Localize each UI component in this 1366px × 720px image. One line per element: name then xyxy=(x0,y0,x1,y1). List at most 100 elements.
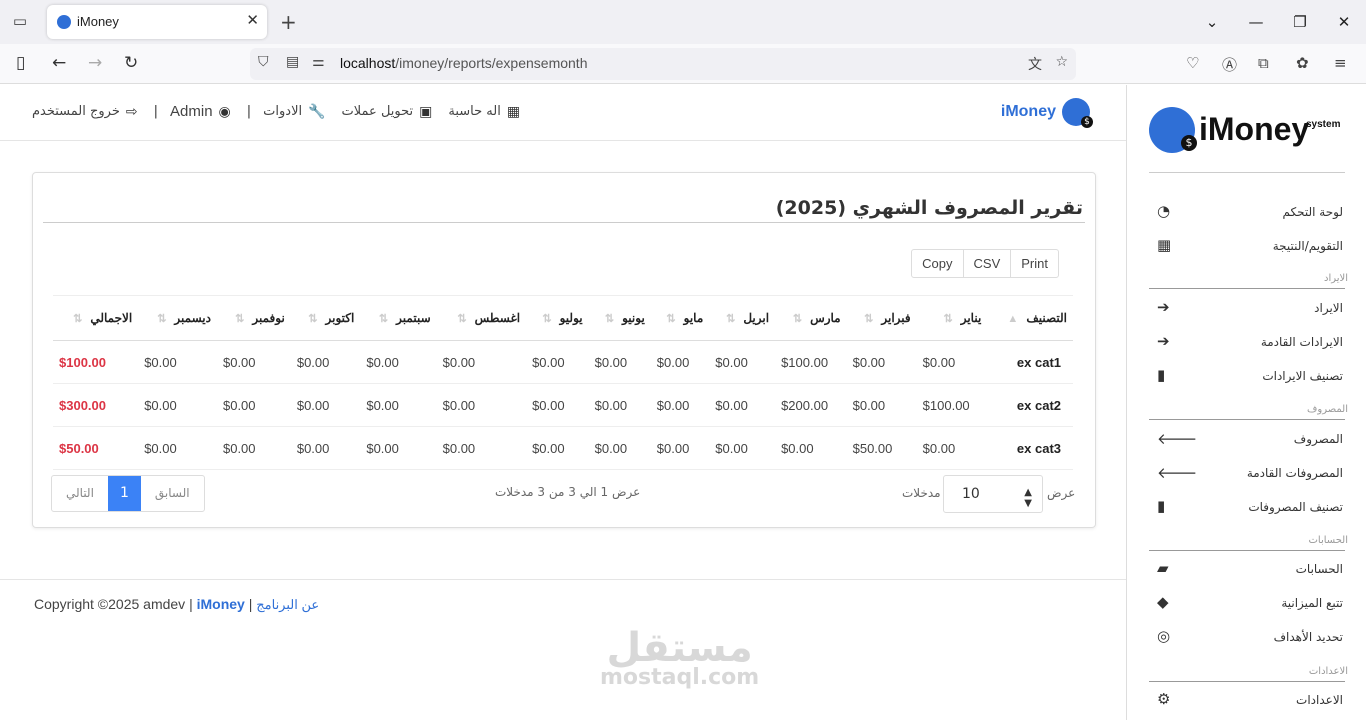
column-header[interactable]: اكتوبر⇅ xyxy=(290,295,361,341)
column-header[interactable]: اغسطس⇅ xyxy=(436,295,527,341)
sidebar-item[interactable]: تحديد الأهداف ◎ xyxy=(1157,627,1343,647)
url-bar[interactable]: ⛉ ▤ ⚌ localhost/imoney/reports/expensemo… xyxy=(250,48,1076,80)
sidebar-item[interactable]: لوحة التحكم ◔ xyxy=(1157,202,1343,222)
page-icon[interactable]: ▤ xyxy=(286,54,299,70)
browser-tab[interactable]: iMoney ✕ xyxy=(47,5,267,39)
tab-list-icon[interactable]: ▭ xyxy=(10,12,30,32)
divider xyxy=(43,222,1085,223)
coin-logo-icon xyxy=(1149,107,1197,153)
restore-icon[interactable]: ❐ xyxy=(1278,0,1322,44)
select-arrow-icon: ▲ ▼ xyxy=(1024,487,1032,509)
sort-icon: ⇅ xyxy=(666,313,676,325)
sort-icon: ⇅ xyxy=(604,313,615,325)
back-icon[interactable]: ← xyxy=(52,53,66,73)
brand[interactable]: iMoney xyxy=(1001,97,1093,128)
minimize-icon[interactable]: — xyxy=(1234,0,1278,44)
logout-link[interactable]: خروج المستخدم ⇨ xyxy=(32,104,138,120)
column-header[interactable]: مارس⇅ xyxy=(775,295,847,341)
pager-page-1[interactable]: 1 xyxy=(107,476,141,511)
color-extension-icon[interactable]: ✿ xyxy=(1296,54,1309,72)
month-cell: $0.00 xyxy=(138,340,217,384)
sidebar-item[interactable]: الاعدادات ⚙ xyxy=(1157,690,1343,710)
currency-link[interactable]: تحويل عملات ▣ xyxy=(342,104,433,120)
close-tab-icon[interactable]: ✕ xyxy=(246,11,259,29)
month-cell: $0.00 xyxy=(916,426,988,470)
bookmark-star-icon[interactable]: ☆ xyxy=(1055,54,1068,70)
column-header[interactable]: سبتمبر⇅ xyxy=(360,295,437,341)
month-cell: $0.00 xyxy=(526,340,589,384)
sidebar-item[interactable]: التقويم/النتيجة ▦ xyxy=(1157,236,1343,256)
shield-icon[interactable]: ⛉ xyxy=(258,54,269,70)
column-header[interactable]: ابريل⇅ xyxy=(709,295,776,341)
month-cell: $0.00 xyxy=(436,340,527,384)
month-cell: $0.00 xyxy=(216,340,291,384)
pager-next[interactable]: التالي xyxy=(52,476,108,511)
reload-icon[interactable]: ↻ xyxy=(124,53,138,73)
month-cell: $0.00 xyxy=(290,340,361,384)
pocket-icon[interactable]: ♡ xyxy=(1186,54,1199,72)
month-cell: $0.00 xyxy=(846,383,917,427)
footer-brand-link[interactable]: iMoney xyxy=(197,596,245,612)
about-link[interactable]: عن البرنامج xyxy=(256,597,319,612)
csv-button[interactable]: CSV xyxy=(964,250,1012,277)
dashboard-icon: ◔ xyxy=(1157,202,1171,220)
window-controls: ⌄ — ❐ ✕ xyxy=(1190,0,1366,44)
sidebar-item[interactable]: الايرادات القادمة ➔ xyxy=(1157,332,1343,352)
tab-title: iMoney xyxy=(77,14,119,29)
month-cell: $0.00 xyxy=(846,340,917,384)
month-cell: $0.00 xyxy=(216,383,291,427)
sidebar-logo[interactable]: iMoney system xyxy=(1149,107,1340,157)
sidebar-item[interactable]: المصروف 🡐 xyxy=(1157,429,1343,449)
calculator-link[interactable]: اله حاسبة ▦ xyxy=(448,104,520,120)
pager-prev[interactable]: السابق xyxy=(141,476,204,511)
watermark: مستقل mostaql.com xyxy=(600,625,760,690)
page: خروج المستخدم ⇨ | Admin ◉ | الادوات 🔧 تحويل… xyxy=(0,85,1366,720)
column-header[interactable]: ديسمبر⇅ xyxy=(138,295,217,341)
translate-icon[interactable]: 文 xyxy=(1028,54,1042,74)
month-cell: $0.00 xyxy=(216,426,291,470)
forward-icon[interactable]: → xyxy=(88,53,102,73)
column-header[interactable]: نوفمبر⇅ xyxy=(216,295,291,341)
month-cell: $0.00 xyxy=(360,340,437,384)
total-cell: $100.00 xyxy=(53,340,139,384)
month-cell: $0.00 xyxy=(360,426,437,470)
column-header[interactable]: التصنيف▲ xyxy=(987,295,1073,341)
arrow-right-icon: ➔ xyxy=(1157,332,1170,350)
copy-button[interactable]: Copy xyxy=(912,250,964,277)
tools-link[interactable]: الادوات 🔧 xyxy=(263,104,325,120)
sidebar-toggle-icon[interactable]: ▯ xyxy=(16,53,25,73)
column-header[interactable]: مايو⇅ xyxy=(650,295,710,341)
column-header[interactable]: الاجمالي⇅ xyxy=(53,295,139,341)
sidebar-item[interactable]: تصنيف المصروفات ▮ xyxy=(1157,497,1343,517)
close-window-icon[interactable]: ✕ xyxy=(1322,0,1366,44)
sort-icon: ⇅ xyxy=(864,313,874,325)
month-cell: $0.00 xyxy=(526,426,589,470)
url-text[interactable]: localhost/imoney/reports/expensemonth xyxy=(340,55,587,71)
column-header[interactable]: يونيو⇅ xyxy=(588,295,651,341)
print-button[interactable]: Print xyxy=(1011,250,1058,277)
calendar-icon: ▦ xyxy=(1157,236,1172,254)
page-length-select[interactable]: 10 ▲ ▼ xyxy=(943,475,1043,513)
chevron-down-icon[interactable]: ⌄ xyxy=(1190,0,1234,44)
month-cell: $0.00 xyxy=(775,426,847,470)
month-cell: $0.00 xyxy=(709,340,776,384)
column-header[interactable]: يناير⇅ xyxy=(916,295,988,341)
sidebar-item[interactable]: تتبع الميزانية ◆ xyxy=(1157,593,1343,613)
sidebar-item[interactable]: المصروفات القادمة 🡐 xyxy=(1157,463,1343,483)
sort-icon: ⇅ xyxy=(792,313,803,325)
favicon-icon xyxy=(57,15,71,29)
extensions-icon[interactable]: ⧉ xyxy=(1258,54,1269,72)
column-header[interactable]: فبراير⇅ xyxy=(846,295,917,341)
permissions-icon[interactable]: ⚌ xyxy=(312,54,325,70)
account-icon[interactable]: Ⓐ xyxy=(1222,54,1237,75)
sidebar-section-divider xyxy=(1149,288,1345,289)
column-header[interactable]: يوليو⇅ xyxy=(526,295,589,341)
sidebar-item[interactable]: الحسابات ▰ xyxy=(1157,559,1343,579)
new-tab-icon[interactable]: + xyxy=(280,10,297,34)
sidebar-item[interactable]: تصنيف الايرادات ▮ xyxy=(1157,366,1343,386)
sidebar-item[interactable]: الايراد ➔ xyxy=(1157,298,1343,318)
money-icon: ▣ xyxy=(419,103,433,120)
menu-icon[interactable]: ≡ xyxy=(1334,54,1347,72)
user-link[interactable]: Admin ◉ xyxy=(170,103,231,120)
month-cell: $0.00 xyxy=(290,383,361,427)
